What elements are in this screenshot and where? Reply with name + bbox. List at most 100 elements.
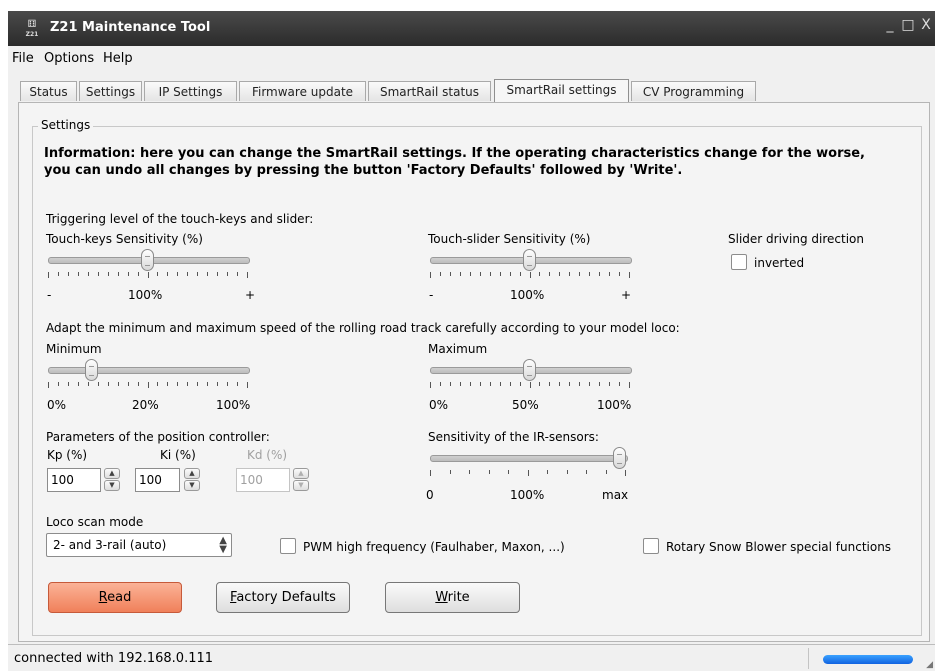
connection-progress [823,655,913,664]
tab-settings[interactable]: Settings [79,81,142,101]
tick-mark [470,382,471,386]
kp-label: Kp (%) [47,448,88,462]
tick-mark [138,272,139,276]
maximize-icon[interactable]: □ [899,17,917,33]
kd-down-icon: ▼ [293,480,309,491]
tick-mark [599,382,600,386]
menu-file[interactable]: File [12,51,34,66]
tick-mark [68,272,69,276]
tab-smartrail-status[interactable]: SmartRail status [368,81,491,101]
resize-grip-icon[interactable]: ◢ [926,660,933,670]
kp-spinbox: 100 ▲ ▼ [47,468,120,492]
tick-mark [489,470,490,474]
tick-mark [589,382,590,386]
maximum-label: Maximum [428,342,488,356]
ir-tick-1: 100% [510,488,545,502]
maximum-slider-handle[interactable] [523,359,536,381]
kd-input: 100 [236,468,290,492]
tick-mark [118,382,119,386]
tick-mark [440,272,441,276]
touch-keys-slider-ticks [48,272,248,278]
tick-mark [559,382,560,386]
tick-mark [629,272,630,278]
tab-ip-settings[interactable]: IP Settings [144,81,237,101]
tick-mark [98,272,99,276]
snow-blower-checkbox[interactable] [643,538,659,554]
ki-down-icon[interactable]: ▼ [184,480,200,491]
write-button[interactable]: Write [385,582,520,613]
factory-defaults-button[interactable]: Factory Defaults [216,582,350,613]
group-title: Settings [38,118,94,132]
touch-keys-slider[interactable] [48,249,250,282]
tick-mark [520,382,521,386]
tick-mark [508,470,509,474]
minimum-slider[interactable] [48,359,250,392]
tick-mark [569,382,570,386]
minimize-icon[interactable]: _ [881,17,899,33]
menu-help[interactable]: Help [103,51,133,66]
tick-mark [157,382,158,386]
tick-mark [549,272,550,276]
ir-tick-0: 0 [426,488,434,502]
loco-scan-combo[interactable]: 2- and 3-rail (auto) ▲ ▼ [46,533,232,557]
tick-mark [547,470,548,474]
kp-down-icon[interactable]: ▼ [104,480,120,491]
minimum-slider-ticks [48,382,248,388]
tick-mark [108,382,109,386]
ir-tick-2: max [602,488,629,502]
minimum-slider-handle[interactable] [85,359,98,381]
tick-mark [530,382,531,388]
tick-mark [450,470,451,474]
kp-input[interactable]: 100 [47,468,101,492]
pwm-checkbox[interactable] [280,538,296,554]
tab-cv-programming[interactable]: CV Programming [631,81,756,101]
ki-input[interactable]: 100 [135,468,180,492]
tick-mark [227,272,228,276]
tick-mark [500,272,501,276]
kp-up-icon[interactable]: ▲ [104,468,120,479]
info-text: Information: here you can change the Sma… [44,146,865,178]
tick-mark [586,470,587,474]
touch-keys-slider-handle[interactable] [141,249,154,271]
tick-mark [440,382,441,386]
ir-sensitivity-slider-handle[interactable] [613,447,626,469]
touch-keys-max: + [245,288,256,302]
read-button[interactable]: Read [48,582,182,613]
tick-mark [157,272,158,276]
maximum-slider[interactable] [430,359,632,392]
kd-spinbox: 100 ▲ ▼ [236,468,309,492]
tick-mark [78,382,79,386]
tick-mark [490,272,491,276]
position-controller-heading: Parameters of the position controller: [46,430,270,444]
ki-up-icon[interactable]: ▲ [184,468,200,479]
minimum-slider-track[interactable] [48,367,250,374]
tick-mark [128,272,129,276]
tick-mark [98,382,99,386]
menu-options[interactable]: Options [44,51,94,66]
tick-mark [579,272,580,276]
title-bar[interactable]: ⚅ Z21 Z21 Maintenance Tool _ □ X [8,11,935,46]
tick-mark [629,382,630,388]
ir-sensitivity-slider[interactable] [430,447,628,480]
tick-mark [68,382,69,386]
tab-firmware-update[interactable]: Firmware update [239,81,366,101]
close-icon[interactable]: X [917,17,935,33]
tick-mark [227,382,228,386]
ki-label: Ki (%) [160,448,196,462]
window-controls: _ □ X [881,17,935,33]
tick-mark [539,272,540,276]
tick-mark [460,382,461,386]
tab-status[interactable]: Status [20,81,77,101]
ki-spinbox: 100 ▲ ▼ [135,468,205,492]
touch-slider-slider[interactable] [430,249,632,282]
minimum-label: Minimum [46,342,102,356]
ir-sensitivity-slider-track[interactable] [430,455,628,462]
ir-heading: Sensitivity of the IR-sensors: [428,430,599,444]
tab-smartrail-settings[interactable]: SmartRail settings [494,79,629,103]
tick-mark [530,272,531,278]
tick-mark [450,382,451,386]
tick-mark [606,470,607,474]
touch-slider-slider-handle[interactable] [523,249,536,271]
tick-mark [490,382,491,386]
inverted-checkbox[interactable] [731,254,747,270]
